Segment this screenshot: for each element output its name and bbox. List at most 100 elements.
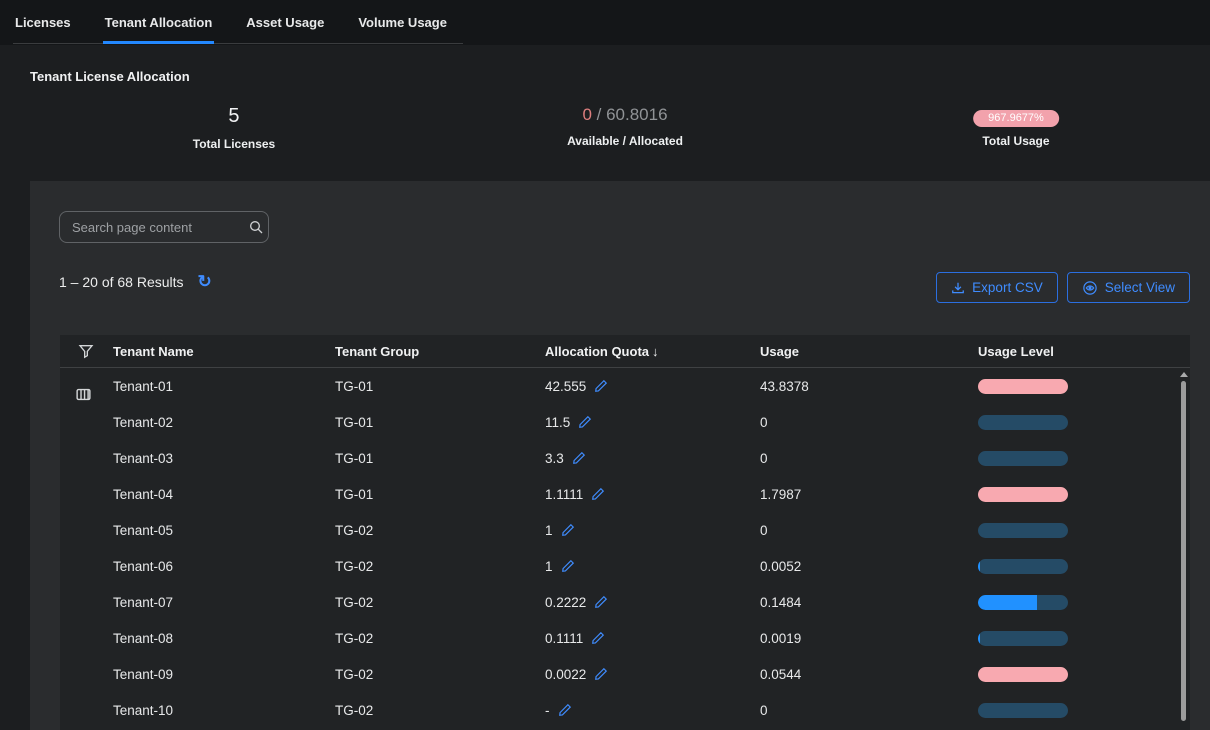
usage-level-pill — [978, 379, 1068, 394]
edit-quota-icon[interactable] — [561, 559, 575, 573]
col-usage-level[interactable]: Usage Level — [970, 344, 1190, 359]
tenant-group-cell: TG-02 — [327, 595, 537, 610]
tab-asset-usage[interactable]: Asset Usage — [244, 0, 326, 44]
search-box[interactable] — [59, 211, 269, 243]
usage-cell: 0.0544 — [752, 667, 970, 682]
available-allocated-label: Available / Allocated — [567, 134, 683, 148]
allocation-quota-cell: 42.555 — [537, 379, 752, 394]
edit-quota-icon[interactable] — [578, 415, 592, 429]
tenant-name-cell: Tenant-04 — [105, 487, 327, 502]
allocation-quota-value: 1.1111 — [545, 487, 583, 502]
allocation-quota-cell: - — [537, 703, 752, 718]
table-row[interactable]: Tenant-06TG-0210.0052 — [60, 548, 1190, 584]
total-usage-label: Total Usage — [973, 134, 1059, 148]
allocation-quota-value: 0.0022 — [545, 667, 586, 682]
refresh-icon[interactable]: ↻ — [198, 273, 212, 290]
usage-level-pill — [978, 487, 1068, 502]
export-csv-button[interactable]: Export CSV — [936, 272, 1058, 303]
col-tenant-group[interactable]: Tenant Group — [327, 344, 537, 359]
edit-quota-icon[interactable] — [558, 703, 572, 717]
tab-bar: Licenses Tenant Allocation Asset Usage V… — [0, 0, 1210, 45]
usage-cell: 0 — [752, 415, 970, 430]
available-allocated-value: 0 / 60.8016 — [567, 105, 683, 125]
stats-row: 5 Total Licenses 0 / 60.8016 Available /… — [0, 100, 1210, 162]
table-row[interactable]: Tenant-09TG-020.00220.0544 — [60, 656, 1190, 692]
results-count: 1 – 20 of 68 Results — [59, 274, 184, 290]
edit-quota-icon[interactable] — [594, 667, 608, 681]
tenant-table: Tenant Name Tenant Group Allocation Quot… — [60, 335, 1190, 730]
col-tenant-name[interactable]: Tenant Name — [105, 344, 327, 359]
table-row[interactable]: Tenant-01TG-0142.55543.8378 — [60, 368, 1190, 404]
page-title: Tenant License Allocation — [30, 69, 190, 84]
table-row[interactable]: Tenant-03TG-013.30 — [60, 440, 1190, 476]
total-usage-badge: 967.9677% — [973, 110, 1059, 127]
search-input[interactable] — [72, 220, 248, 235]
usage-cell: 1.7987 — [752, 487, 970, 502]
edit-quota-icon[interactable] — [572, 451, 586, 465]
tab-licenses[interactable]: Licenses — [13, 0, 73, 44]
scroll-up-icon[interactable] — [1180, 372, 1188, 377]
allocation-quota-value: 0.1111 — [545, 631, 583, 646]
edit-quota-icon[interactable] — [591, 487, 605, 501]
usage-level-cell — [970, 703, 1190, 718]
usage-level-pill — [978, 559, 1068, 574]
filter-icon[interactable] — [60, 343, 105, 359]
edit-quota-icon[interactable] — [591, 631, 605, 645]
usage-level-cell — [970, 667, 1190, 682]
tenant-name-cell: Tenant-05 — [105, 523, 327, 538]
table-scrollbar[interactable] — [1180, 372, 1187, 726]
usage-level-pill — [978, 415, 1068, 430]
table-row[interactable]: Tenant-08TG-020.11110.0019 — [60, 620, 1190, 656]
tenant-name-cell: Tenant-02 — [105, 415, 327, 430]
edit-quota-icon[interactable] — [561, 523, 575, 537]
table-header: Tenant Name Tenant Group Allocation Quot… — [60, 335, 1190, 368]
search-icon[interactable] — [248, 219, 264, 235]
scrollbar-thumb[interactable] — [1181, 381, 1186, 721]
usage-cell: 0.0052 — [752, 559, 970, 574]
edit-quota-icon[interactable] — [594, 595, 608, 609]
table-row[interactable]: Tenant-07TG-020.22220.1484 — [60, 584, 1190, 620]
col-usage[interactable]: Usage — [752, 344, 970, 359]
tab-volume-usage[interactable]: Volume Usage — [356, 0, 449, 44]
tenant-name-cell: Tenant-01 — [105, 379, 327, 394]
columns-icon[interactable] — [75, 386, 92, 403]
table-row[interactable]: Tenant-05TG-0210 — [60, 512, 1190, 548]
allocation-quota-value: 1 — [545, 559, 553, 574]
total-licenses-value: 5 — [193, 105, 275, 128]
table-row[interactable]: Tenant-02TG-0111.50 — [60, 404, 1190, 440]
usage-cell: 0 — [752, 451, 970, 466]
usage-cell: 0 — [752, 523, 970, 538]
tenant-group-cell: TG-02 — [327, 559, 537, 574]
usage-level-pill — [978, 631, 1068, 646]
edit-quota-icon[interactable] — [594, 379, 608, 393]
allocation-quota-value: 42.555 — [545, 379, 586, 394]
allocation-quota-cell: 1 — [537, 523, 752, 538]
tenant-group-cell: TG-02 — [327, 703, 537, 718]
usage-level-cell — [970, 559, 1190, 574]
table-body: Tenant-01TG-0142.55543.8378 Tenant-02 TG-0… — [60, 368, 1190, 728]
tab-tenant-allocation[interactable]: Tenant Allocation — [103, 0, 215, 44]
available-allocated-separator: / — [592, 105, 606, 124]
usage-level-cell — [970, 631, 1190, 646]
select-view-button[interactable]: Select View — [1067, 272, 1190, 303]
stat-total-usage: 967.9677% Total Usage — [973, 108, 1059, 148]
tenant-name-cell: Tenant-09 — [105, 667, 327, 682]
usage-level-cell — [970, 379, 1190, 394]
tenant-name-cell: Tenant-07 — [105, 595, 327, 610]
usage-cell: 0 — [752, 703, 970, 718]
eye-icon — [1082, 280, 1098, 296]
tenant-name-cell: Tenant-03 — [105, 451, 327, 466]
col-allocation-quota[interactable]: Allocation Quota↓ — [537, 344, 752, 359]
tenant-group-cell: TG-02 — [327, 523, 537, 538]
table-row[interactable]: Tenant-04TG-011.11111.7987 — [60, 476, 1190, 512]
allocation-quota-value: 11.5 — [545, 415, 570, 430]
sort-desc-icon: ↓ — [652, 344, 659, 359]
usage-level-pill — [978, 703, 1068, 718]
usage-level-pill — [978, 595, 1068, 610]
table-row[interactable]: Tenant-10TG-02-0 — [60, 692, 1190, 728]
usage-level-pill — [978, 523, 1068, 538]
allocation-quota-cell: 11.5 — [537, 415, 752, 430]
tenant-name-cell: Tenant-08 — [105, 631, 327, 646]
tenant-name-cell: Tenant-10 — [105, 703, 327, 718]
stat-total-licenses: 5 Total Licenses — [193, 105, 275, 151]
